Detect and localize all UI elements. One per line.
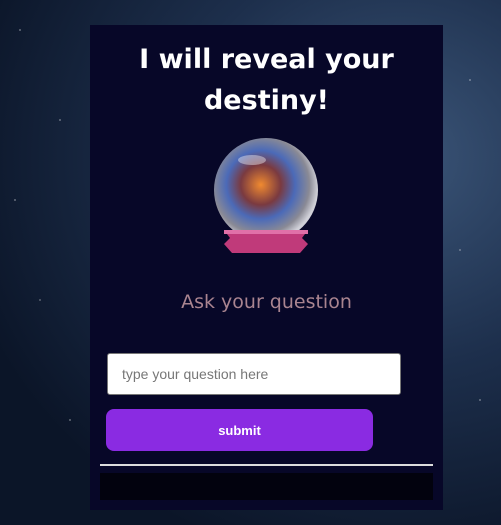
question-input[interactable] <box>107 353 401 395</box>
divider <box>100 464 433 466</box>
fortune-card: I will reveal your destiny! Ask your que… <box>90 25 443 510</box>
crystal-ball-icon <box>214 138 318 253</box>
ask-heading: Ask your question <box>181 291 352 313</box>
page-title: I will reveal your destiny! <box>139 44 394 116</box>
answer-output <box>100 473 433 500</box>
submit-button[interactable]: submit <box>106 409 373 451</box>
